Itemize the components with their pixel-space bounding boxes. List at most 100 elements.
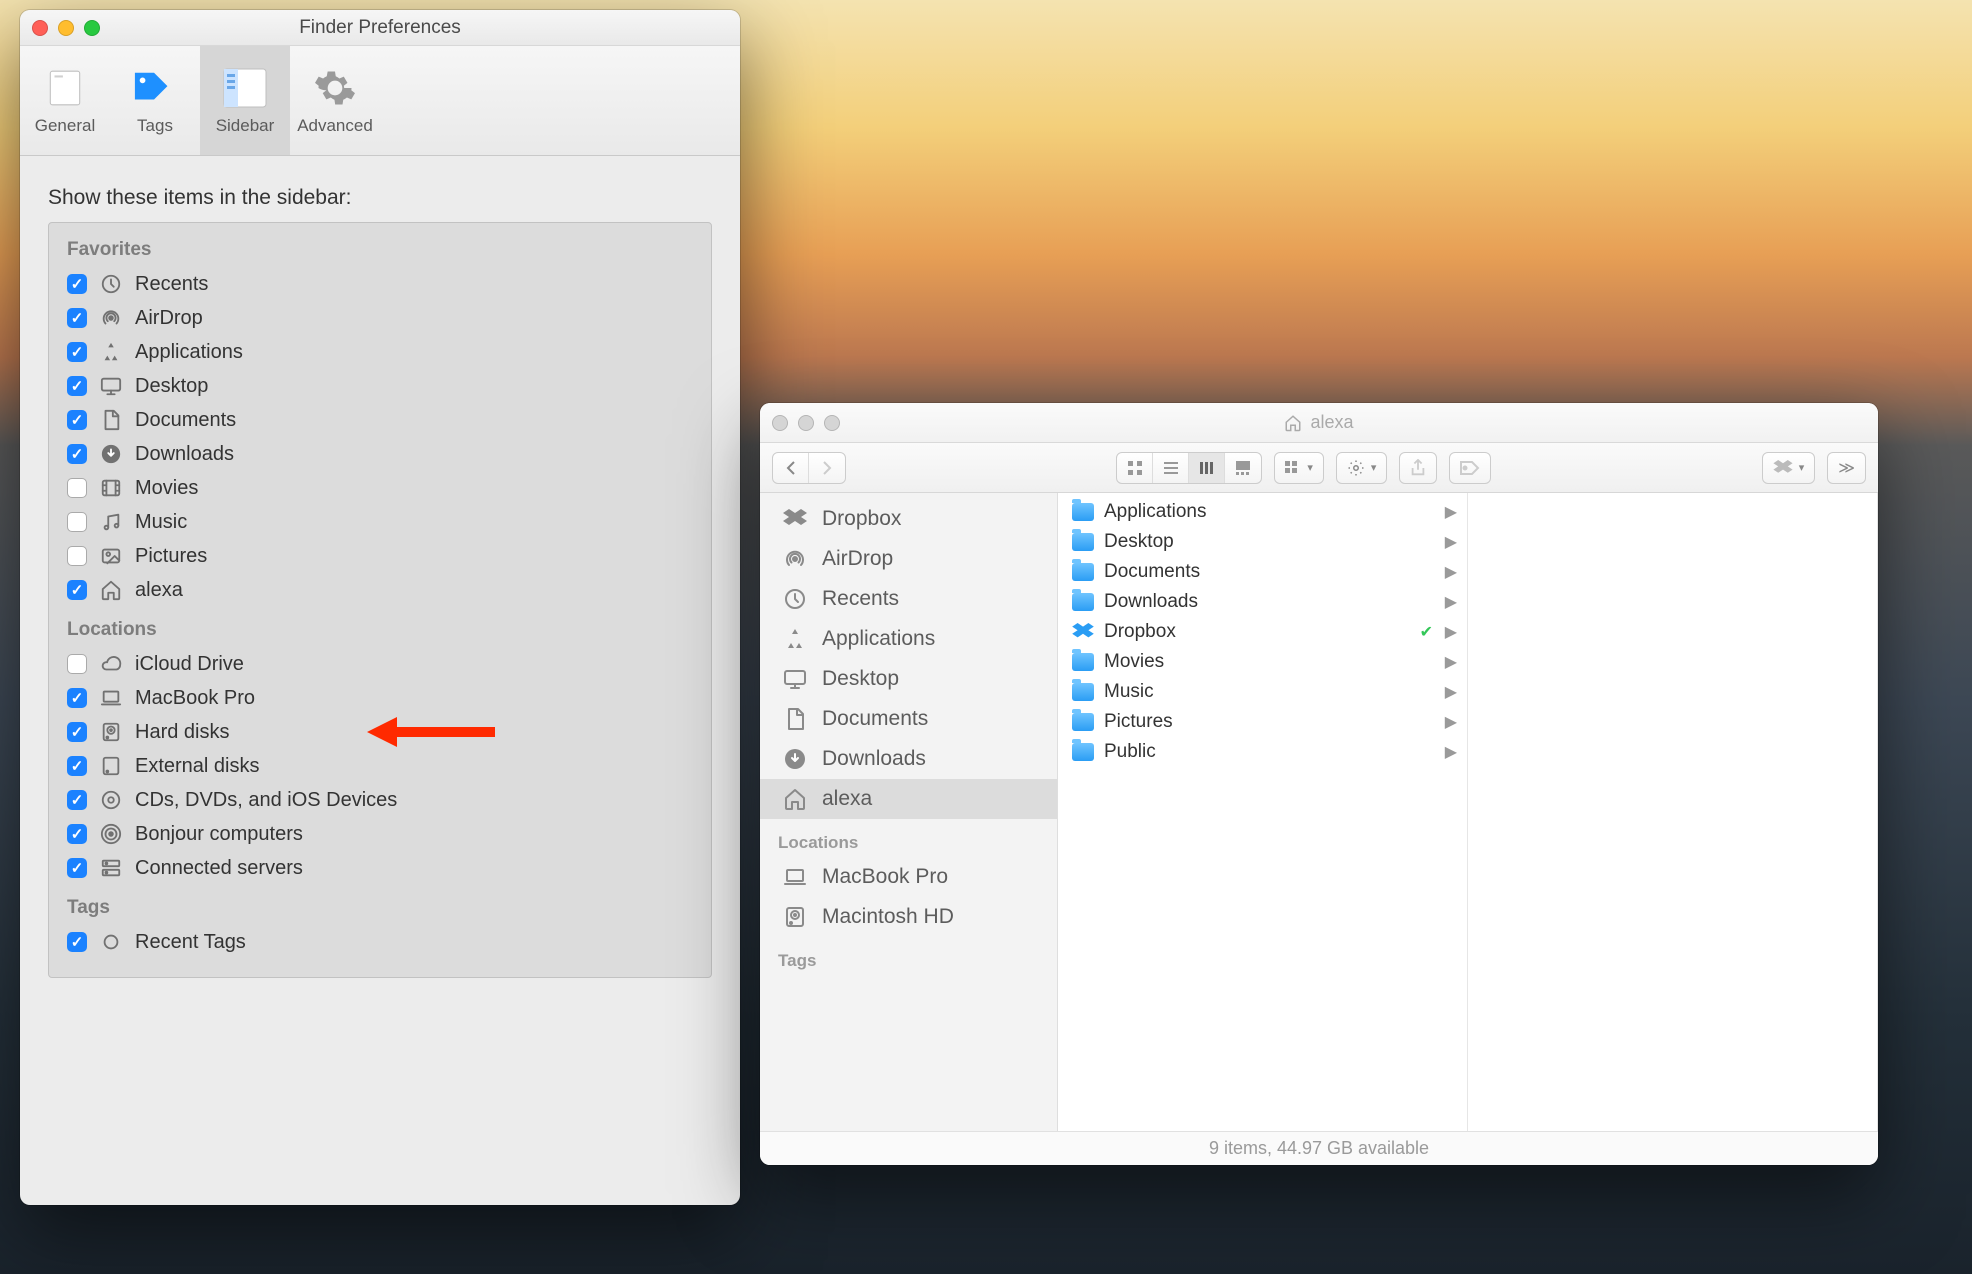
checkbox[interactable] [67, 756, 87, 776]
option-label: Connected servers [135, 857, 303, 880]
laptop-icon [99, 686, 123, 710]
column-item[interactable]: Documents▶ [1058, 557, 1467, 587]
checkbox[interactable] [67, 932, 87, 952]
chevron-right-icon: ▶ [1445, 622, 1457, 642]
column-view-button[interactable] [1189, 453, 1225, 483]
folder-icon [1072, 533, 1094, 551]
sidebar-item-label: Applications [822, 627, 935, 651]
checkbox[interactable] [67, 790, 87, 810]
item-label: Applications [1104, 501, 1206, 523]
dropbox-button[interactable]: ▾ [1762, 452, 1816, 484]
option-label: Applications [135, 341, 243, 364]
zoom-button[interactable] [84, 20, 100, 36]
checkbox[interactable] [67, 444, 87, 464]
sidebar-item-airdrop[interactable]: AirDrop [760, 539, 1057, 579]
prefs-tab-general[interactable]: General [20, 46, 110, 155]
sidebar-option: Desktop [67, 369, 693, 403]
prefs-tab-tags[interactable]: Tags [110, 46, 200, 155]
folder-icon [1072, 653, 1094, 671]
checkbox[interactable] [67, 858, 87, 878]
list-view-button[interactable] [1153, 453, 1189, 483]
minimize-button[interactable] [798, 415, 814, 431]
checkbox[interactable] [67, 512, 87, 532]
close-button[interactable] [772, 415, 788, 431]
tab-label: Sidebar [216, 116, 275, 136]
checkbox[interactable] [67, 546, 87, 566]
chevron-right-icon: ▶ [1445, 532, 1457, 552]
chevron-right-icon: ▶ [1445, 562, 1457, 582]
column-item[interactable]: Applications▶ [1058, 497, 1467, 527]
option-label: Desktop [135, 375, 208, 398]
prefs-toolbar: GeneralTags Sidebar Advanced [20, 46, 740, 156]
column-item[interactable]: Downloads▶ [1058, 587, 1467, 617]
column-item[interactable]: Public▶ [1058, 737, 1467, 767]
airdrop-icon [99, 306, 123, 330]
finder-columns: Applications▶Desktop▶Documents▶Downloads… [1058, 493, 1878, 1131]
finder-window: alexa ▾ ▾ ▾ ≫ DropboxAirDropRecents Appli… [760, 403, 1878, 1165]
option-label: CDs, DVDs, and iOS Devices [135, 789, 397, 812]
column-item[interactable]: Music▶ [1058, 677, 1467, 707]
prefs-titlebar[interactable]: Finder Preferences [20, 10, 740, 46]
chevron-right-icon: ▶ [1445, 712, 1457, 732]
group-by-button[interactable]: ▾ [1274, 452, 1324, 484]
minimize-button[interactable] [58, 20, 74, 36]
sidebar-item-desktop[interactable]: Desktop [760, 659, 1057, 699]
forward-button[interactable] [809, 453, 845, 483]
column-item[interactable]: Dropbox✔▶ [1058, 617, 1467, 647]
column-item[interactable]: Pictures▶ [1058, 707, 1467, 737]
column-item[interactable]: Movies▶ [1058, 647, 1467, 677]
sidebar-option: Recent Tags [67, 925, 693, 959]
icon-view-button[interactable] [1117, 453, 1153, 483]
sidebar-option: Recents [67, 267, 693, 301]
sidebar-item-label: alexa [822, 787, 872, 811]
tag-icon [99, 930, 123, 954]
close-button[interactable] [32, 20, 48, 36]
folder-icon [1072, 623, 1094, 641]
sidebar-option: Hard disks [67, 715, 693, 749]
checkbox[interactable] [67, 308, 87, 328]
sidebar-icon [223, 66, 267, 110]
checkbox[interactable] [67, 688, 87, 708]
checkbox[interactable] [67, 580, 87, 600]
checkbox[interactable] [67, 342, 87, 362]
checkbox[interactable] [67, 274, 87, 294]
sidebar-option: Downloads [67, 437, 693, 471]
gallery-view-button[interactable] [1225, 453, 1261, 483]
sidebar-item-documents[interactable]: Documents [760, 699, 1057, 739]
checkbox[interactable] [67, 824, 87, 844]
action-button[interactable]: ▾ [1336, 452, 1388, 484]
group-title-locations: Locations [67, 619, 693, 641]
prefs-tab-advanced[interactable]: Advanced [290, 46, 380, 155]
checkbox[interactable] [67, 376, 87, 396]
movies-icon [99, 476, 123, 500]
sidebar-item-macbook-pro[interactable]: MacBook Pro [760, 857, 1057, 897]
checkbox[interactable] [67, 654, 87, 674]
column-1 [1468, 493, 1878, 1131]
cloud-icon [99, 652, 123, 676]
zoom-button[interactable] [824, 415, 840, 431]
overflow-button[interactable]: ≫ [1827, 452, 1866, 484]
sidebar-item-recents[interactable]: Recents [760, 579, 1057, 619]
sidebar-item-applications[interactable]: Applications [760, 619, 1057, 659]
folder-icon [1072, 743, 1094, 761]
column-item[interactable]: Desktop▶ [1058, 527, 1467, 557]
share-button[interactable] [1399, 452, 1437, 484]
prefs-tab-sidebar[interactable]: Sidebar [200, 46, 290, 155]
finder-title-text: alexa [1310, 412, 1353, 433]
folder-icon [1072, 563, 1094, 581]
back-button[interactable] [773, 453, 809, 483]
checkbox[interactable] [67, 722, 87, 742]
chevron-right-icon: ▶ [1445, 742, 1457, 762]
sidebar-item-alexa[interactable]: alexa [760, 779, 1057, 819]
sidebar-item-macintosh-hd[interactable]: Macintosh HD [760, 897, 1057, 937]
sidebar-item-downloads[interactable]: Downloads [760, 739, 1057, 779]
sidebar-option: AirDrop [67, 301, 693, 335]
folder-icon [1072, 713, 1094, 731]
tag-button[interactable] [1449, 452, 1491, 484]
sidebar-heading-locations: Locations [760, 819, 1057, 857]
sidebar-item-dropbox[interactable]: Dropbox [760, 499, 1057, 539]
finder-titlebar[interactable]: alexa [760, 403, 1878, 443]
sidebar-option: External disks [67, 749, 693, 783]
checkbox[interactable] [67, 410, 87, 430]
checkbox[interactable] [67, 478, 87, 498]
